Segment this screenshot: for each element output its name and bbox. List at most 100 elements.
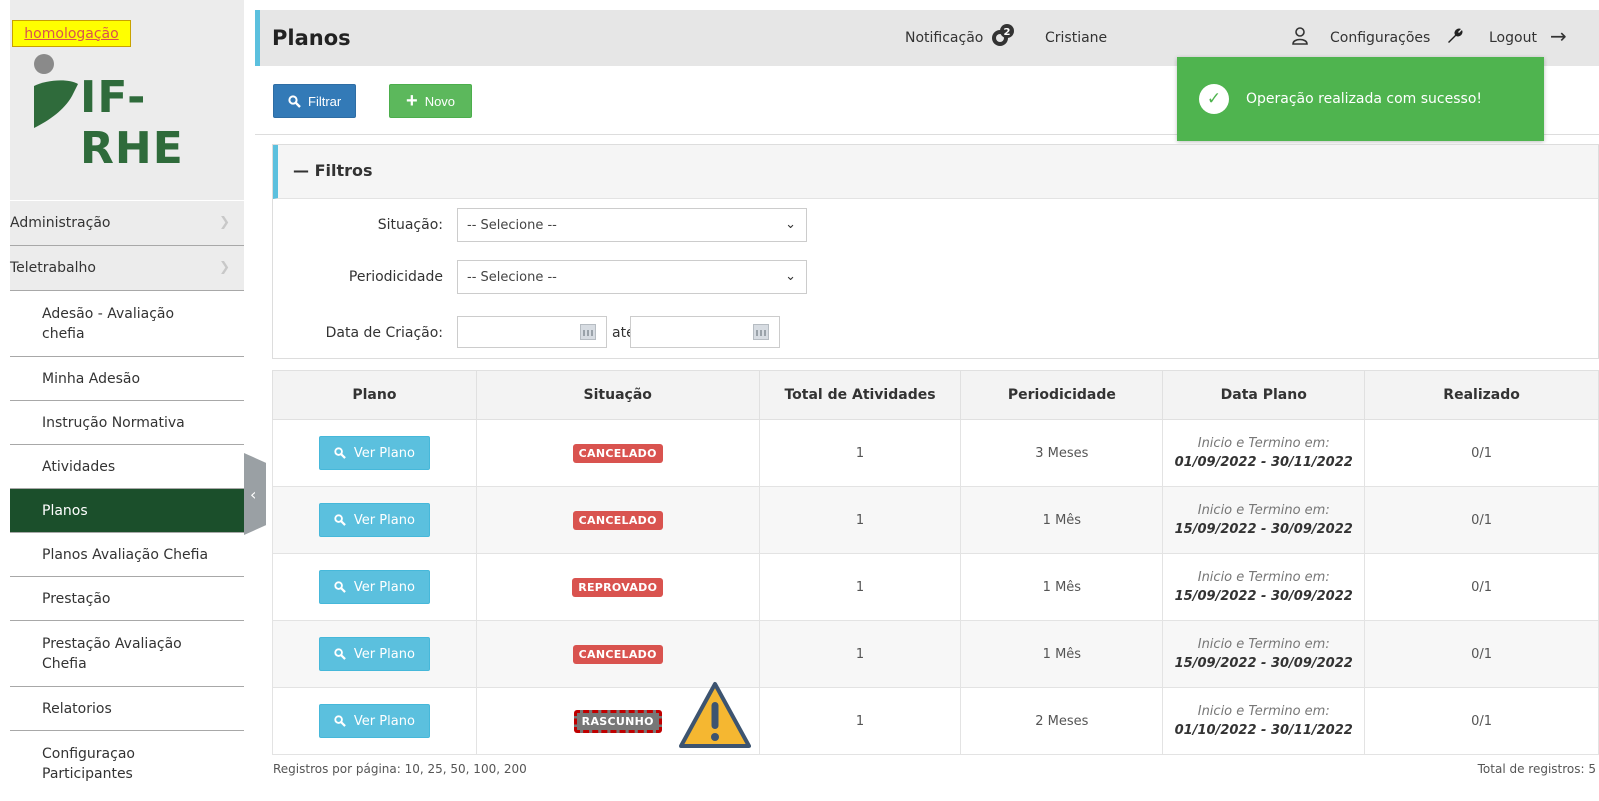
chevron-down-icon: ⌄	[785, 217, 796, 232]
logo: IF-RHE	[32, 54, 244, 174]
total-cell: 1	[758, 553, 962, 621]
sidebar-item-atividades[interactable]: Atividades	[10, 445, 244, 489]
logo-text: IF-RHE	[80, 72, 184, 174]
toast-message: Operação realizada com sucesso!	[1246, 91, 1483, 107]
sidebar-collapse-toggle[interactable]: ‹	[244, 453, 266, 535]
settings-link[interactable]: Configurações	[1330, 30, 1430, 46]
calendar-icon[interactable]	[753, 324, 769, 340]
logo-mark-icon	[34, 54, 78, 128]
sidebar-menu: Administração ❯ Teletrabalho ❯ Adesão - …	[10, 201, 244, 797]
sidebar-item-relatorios[interactable]: Relatorios	[10, 687, 244, 731]
records-per-page[interactable]: Registros por página: 10, 25, 50, 100, 2…	[273, 762, 527, 776]
check-icon: ✓	[1199, 84, 1229, 114]
sidebar-item-label: Prestação	[42, 590, 111, 607]
date-range: 15/09/2022 - 30/09/2022	[1174, 589, 1353, 604]
situacao-cell: REPROVADO	[475, 553, 760, 621]
periodicidade-label: Periodicidade	[348, 269, 443, 285]
status-badge: CANCELADO	[572, 443, 663, 463]
status-badge: RASCUNHO	[573, 709, 662, 733]
column-header[interactable]: Periodicidade	[960, 370, 1164, 420]
plano-cell: Ver Plano	[272, 486, 477, 554]
table-row: Ver Plano CANCELADO 1 1 Mês Inicio e Ter…	[272, 620, 1599, 688]
logout-arrow-icon[interactable]: →	[1550, 24, 1567, 48]
date-label: Inicio e Termino em:	[1197, 503, 1330, 518]
sidebar-item-planos-avaliacao-chefia[interactable]: Planos Avaliação Chefia	[10, 533, 244, 577]
filters-title: — Filtros	[293, 161, 373, 180]
warning-icon	[679, 682, 751, 748]
sidebar-item-label: Planos Avaliação Chefia	[42, 546, 209, 563]
data-inicio-input[interactable]	[457, 316, 607, 348]
data-plano-cell: Inicio e Termino em: 01/10/2022 - 30/11/…	[1162, 687, 1366, 755]
ver-plano-button[interactable]: Ver Plano	[318, 436, 430, 470]
realizado-cell: 0/1	[1364, 553, 1599, 621]
sidebar-item-prestacao-avaliacao-chefia[interactable]: Prestação Avaliação Chefia	[10, 621, 244, 687]
plano-cell: Ver Plano	[272, 620, 477, 688]
page-title: Planos	[272, 26, 351, 50]
sidebar-item-configuracao-participantes[interactable]: Configuraçao Participantes	[10, 731, 244, 797]
environment-badge[interactable]: homologação	[12, 20, 131, 47]
wrench-icon[interactable]	[1446, 26, 1464, 44]
filter-button[interactable]: Filtrar	[273, 84, 357, 118]
notification-link[interactable]: Notificação	[905, 30, 983, 46]
ver-plano-label: Ver Plano	[353, 713, 415, 729]
user-icon[interactable]	[1292, 26, 1308, 46]
logout-link[interactable]: Logout	[1489, 30, 1537, 46]
ver-plano-button[interactable]: Ver Plano	[318, 570, 430, 604]
realizado-cell: 0/1	[1364, 620, 1599, 688]
sidebar-item-teletrabalho[interactable]: Teletrabalho ❯	[10, 246, 244, 291]
sidebar-item-minha-adesao[interactable]: Minha Adesão	[10, 357, 244, 401]
planos-table: Plano Situação Total de Atividades Perio…	[272, 370, 1599, 755]
periodicidade-cell: 1 Mês	[960, 553, 1164, 621]
table-header-row: Plano Situação Total de Atividades Perio…	[272, 370, 1599, 420]
status-badge: CANCELADO	[572, 644, 663, 664]
plano-cell: Ver Plano	[272, 419, 477, 487]
column-header[interactable]: Data Plano	[1162, 370, 1366, 420]
bell-icon[interactable]: 2	[990, 24, 1014, 48]
column-header[interactable]: Plano	[272, 370, 477, 420]
column-header[interactable]: Total de Atividades	[758, 370, 962, 420]
sidebar-item-label: Minha Adesão	[42, 370, 141, 387]
date-label: Inicio e Termino em:	[1197, 436, 1330, 451]
chevron-right-icon: ❯	[219, 260, 230, 275]
search-icon	[334, 715, 346, 727]
total-cell: 1	[758, 486, 962, 554]
situacao-cell: CANCELADO	[475, 419, 760, 487]
calendar-icon[interactable]	[580, 324, 596, 340]
realizado-cell: 0/1	[1364, 486, 1599, 554]
search-icon	[334, 447, 346, 459]
situacao-select[interactable]: -- Selecione -- ⌄	[457, 208, 807, 242]
date-label: Inicio e Termino em:	[1197, 704, 1330, 719]
data-fim-input[interactable]	[630, 316, 780, 348]
ver-plano-button[interactable]: Ver Plano	[318, 704, 430, 738]
new-button[interactable]: + Novo	[389, 84, 473, 118]
sidebar-item-label: Planos	[42, 502, 88, 519]
ver-plano-label: Ver Plano	[353, 579, 415, 595]
chevron-down-icon: ⌄	[785, 269, 796, 284]
table-row: Ver Plano CANCELADO 1 1 Mês Inicio e Ter…	[272, 486, 1599, 554]
periodicidade-select[interactable]: -- Selecione -- ⌄	[457, 260, 807, 294]
sidebar-item-administracao[interactable]: Administração ❯	[10, 201, 244, 246]
filters-panel: — Filtros Situação: -- Selecione -- ⌄ Pe…	[272, 144, 1599, 359]
ver-plano-button[interactable]: Ver Plano	[318, 637, 430, 671]
filters-header[interactable]: — Filtros	[273, 145, 1598, 199]
sidebar-item-instrucao-normativa[interactable]: Instrução Normativa	[10, 401, 244, 445]
ver-plano-label: Ver Plano	[353, 512, 415, 528]
chevron-right-icon: ❯	[219, 215, 230, 230]
total-cell: 1	[758, 419, 962, 487]
column-header[interactable]: Situação	[475, 370, 760, 420]
status-badge: CANCELADO	[572, 510, 663, 530]
success-toast[interactable]: ✓ Operação realizada com sucesso!	[1177, 57, 1544, 141]
plus-icon: +	[406, 90, 418, 112]
sidebar-item-planos[interactable]: Planos	[10, 489, 244, 533]
column-header[interactable]: Realizado	[1364, 370, 1599, 420]
notification-count: 2	[1004, 27, 1011, 38]
periodicidade-cell: 1 Mês	[960, 486, 1164, 554]
realizado-cell: 0/1	[1364, 687, 1599, 755]
sidebar-item-label: Relatorios	[42, 700, 112, 717]
sidebar-item-prestacao[interactable]: Prestação	[10, 577, 244, 621]
search-icon	[334, 514, 346, 526]
sidebar-item-adesao-avaliacao-chefia[interactable]: Adesão - Avaliação chefia	[10, 291, 244, 357]
ver-plano-button[interactable]: Ver Plano	[318, 503, 430, 537]
sidebar-item-label: Instrução Normativa	[42, 414, 185, 431]
date-label: Inicio e Termino em:	[1197, 570, 1330, 585]
